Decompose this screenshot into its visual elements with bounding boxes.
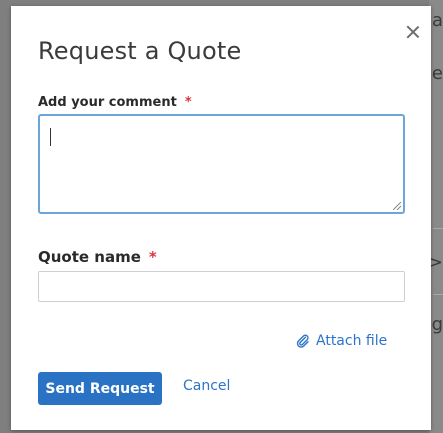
- quote-name-label: Quote name *: [38, 248, 157, 266]
- required-asterisk: *: [148, 248, 157, 266]
- comment-label-text: Add your comment: [38, 95, 177, 110]
- text-caret: [50, 128, 51, 146]
- send-request-button[interactable]: Send Request: [38, 372, 162, 405]
- quote-name-label-text: Quote name: [38, 248, 141, 266]
- background-text: a: [431, 10, 443, 31]
- close-icon[interactable]: [404, 23, 422, 41]
- cancel-button[interactable]: Cancel: [183, 378, 230, 394]
- paperclip-icon: [296, 334, 309, 348]
- comment-textarea[interactable]: [38, 114, 405, 214]
- background-text: g: [431, 314, 443, 335]
- request-quote-dialog: Request a Quote Add your comment * Quote …: [11, 6, 431, 430]
- quote-name-input[interactable]: [38, 271, 405, 302]
- background-text: e: [431, 63, 443, 84]
- dialog-title: Request a Quote: [38, 37, 242, 65]
- background-page: a e > g: [428, 0, 443, 433]
- attach-file-link[interactable]: Attach file: [296, 333, 387, 349]
- required-asterisk: *: [184, 95, 192, 110]
- background-divider: [433, 294, 443, 295]
- attach-file-label: Attach file: [316, 333, 388, 349]
- background-divider: [433, 228, 443, 229]
- resize-handle-icon[interactable]: [393, 202, 401, 210]
- comment-label: Add your comment *: [38, 95, 192, 110]
